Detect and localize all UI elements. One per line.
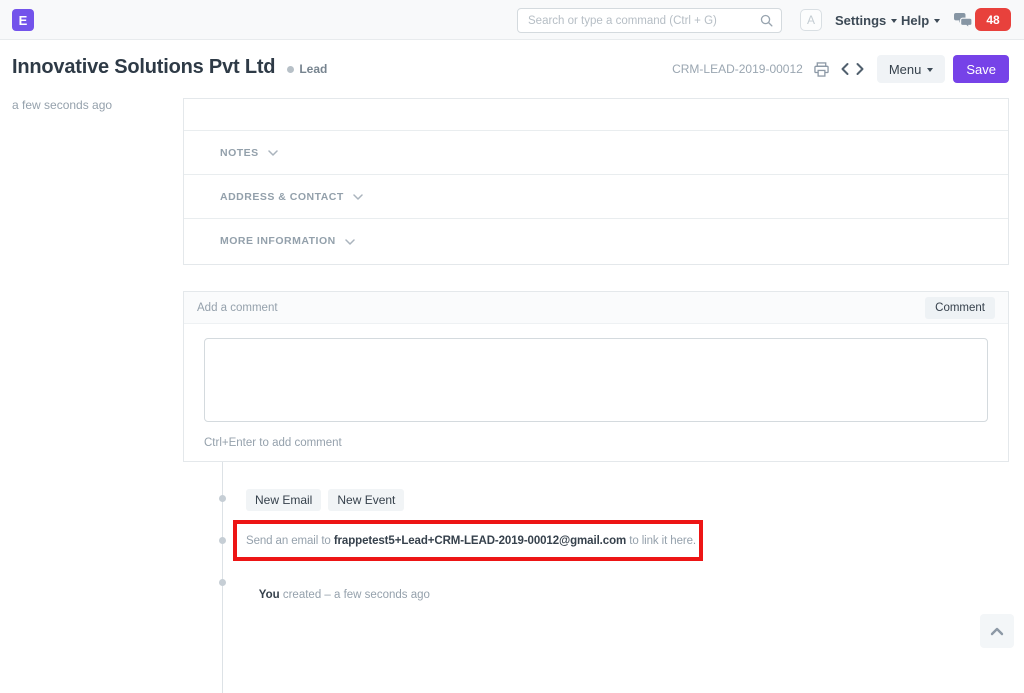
timeline-dot (219, 537, 226, 544)
search-icon (760, 14, 781, 27)
form-card: NOTES ADDRESS & CONTACT MORE INFORMATION (183, 98, 1009, 265)
created-text: created – a few seconds ago (280, 589, 430, 601)
app-window: E A Settings Help 48 (0, 0, 1024, 693)
email-hint-suffix: to link it here. (626, 535, 696, 547)
global-search (517, 8, 782, 33)
avatar[interactable]: A (800, 9, 822, 31)
menu-button-label: Menu (889, 62, 922, 77)
timeline-dot (219, 579, 226, 586)
navbar: E A Settings Help 48 (0, 0, 1024, 40)
next-record-icon[interactable] (855, 62, 865, 76)
new-email-button[interactable]: New Email (246, 489, 321, 511)
comment-card-header: Add a comment Comment (184, 292, 1008, 324)
help-menu[interactable]: Help (901, 0, 940, 40)
section-address-contact-label: ADDRESS & CONTACT (220, 191, 344, 203)
comment-card-body: Ctrl+Enter to add comment (184, 324, 1008, 449)
print-icon[interactable] (814, 62, 829, 77)
scroll-to-top-button[interactable] (980, 614, 1014, 648)
chevron-down-icon (934, 19, 940, 23)
timeline-actions: New Email New Event (246, 489, 404, 511)
settings-menu-label: Settings (835, 13, 886, 28)
settings-menu[interactable]: Settings (835, 0, 897, 40)
section-address-contact[interactable]: ADDRESS & CONTACT (184, 175, 1008, 219)
comment-input[interactable] (204, 338, 988, 422)
timeline-dot (219, 495, 226, 502)
comment-card-title: Add a comment (197, 302, 278, 314)
search-input[interactable] (518, 15, 760, 27)
comment-submit-button[interactable]: Comment (925, 297, 995, 319)
document-id: CRM-LEAD-2019-00012 (672, 62, 803, 76)
email-hint-prefix: Send an email to (246, 535, 334, 547)
status-badge: Lead (299, 62, 327, 76)
email-link-hint-highlighted: Send an email to frappetest5+Lead+CRM-LE… (233, 520, 703, 561)
page-actions: CRM-LEAD-2019-00012 Menu Save (672, 55, 1009, 83)
page-title: Innovative Solutions Pvt Ltd (12, 56, 275, 79)
chat-icon[interactable] (953, 12, 973, 28)
new-event-button[interactable]: New Event (328, 489, 404, 511)
comment-card: Add a comment Comment Ctrl+Enter to add … (183, 291, 1009, 462)
help-menu-label: Help (901, 13, 929, 28)
chevron-down-icon (891, 19, 897, 23)
chevron-down-icon (345, 239, 355, 245)
section-notes[interactable]: NOTES (184, 131, 1008, 175)
form-section-partial (184, 99, 1008, 131)
last-modified-timestamp: a few seconds ago (12, 98, 112, 112)
previous-record-icon[interactable] (840, 62, 850, 76)
chevron-up-icon (990, 627, 1004, 636)
section-more-information-label: MORE INFORMATION (220, 235, 336, 247)
email-link-address: frappetest5+Lead+CRM-LEAD-2019-00012@gma… (334, 535, 626, 547)
chevron-down-icon (927, 68, 933, 72)
app-logo[interactable]: E (12, 9, 34, 31)
menu-button[interactable]: Menu (877, 55, 946, 83)
comment-shortcut-hint: Ctrl+Enter to add comment (204, 437, 988, 449)
chevron-down-icon (353, 194, 363, 200)
page-header: Innovative Solutions Pvt Ltd Lead (12, 56, 327, 79)
save-button[interactable]: Save (953, 55, 1009, 83)
section-notes-label: NOTES (220, 147, 259, 159)
notification-badge[interactable]: 48 (975, 8, 1011, 31)
chevron-down-icon (268, 150, 278, 156)
created-author: You (259, 589, 280, 601)
status-indicator-dot (287, 66, 294, 73)
timeline-created-entry: You created – a few seconds ago (246, 577, 430, 613)
section-more-information[interactable]: MORE INFORMATION (184, 219, 1008, 263)
